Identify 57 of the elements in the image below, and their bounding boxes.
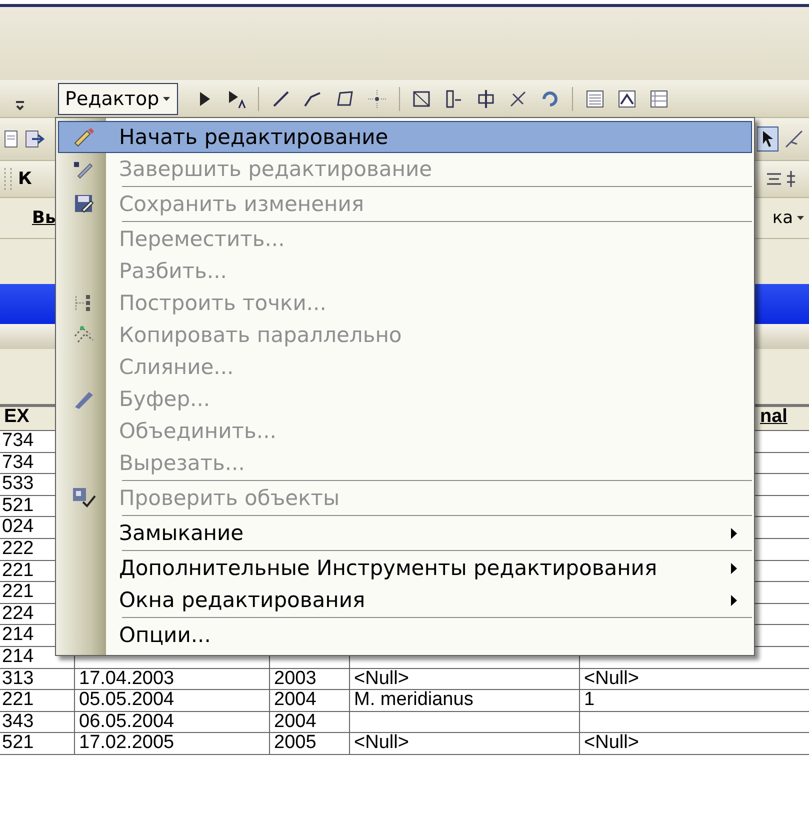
table-cell: 05.05.2004 [79,690,174,710]
menu-item[interactable]: Начать редактирование [58,121,752,153]
grid-icon[interactable] [648,88,670,110]
toolbar-label: Вь [31,208,56,228]
table-cell: 1 [584,690,595,710]
check-icon [71,486,97,510]
table-cell: <Null> [584,733,639,754]
table-cell: 024 [2,517,34,538]
menu-item[interactable]: Опции... [58,619,752,651]
toolbar-label: ка [772,208,793,228]
table-cell: 221 [2,582,34,602]
toolbar-grip-icon[interactable] [2,166,14,192]
save-icon [73,193,95,215]
table-cell: <Null> [584,668,639,689]
sketch-icon[interactable] [783,128,805,150]
table-cell: 221 [2,690,34,710]
column-header[interactable]: EX [4,407,30,427]
export-icon[interactable] [24,129,46,149]
table-cell: 734 [2,431,34,451]
sketch-icon[interactable] [616,88,638,110]
toolbar-label: К [18,169,32,189]
table-cell: 06.05.2004 [79,712,174,732]
caret-icon [163,96,172,102]
points-icon[interactable] [366,88,388,110]
table-cell: 214 [2,646,34,667]
table-cell: 2003 [274,668,316,689]
table-cell: 221 [2,560,34,581]
table-cell: 17.04.2003 [79,668,174,689]
document-icon[interactable] [2,129,20,149]
table-cell: 2004 [274,690,316,710]
table-cell: 313 [2,668,34,689]
menu-item[interactable]: Окна редактирования [58,584,752,618]
submenu-arrow-icon [731,528,737,538]
table-icon[interactable] [584,88,606,110]
table-cell: 343 [2,712,34,732]
table-cell: 224 [2,604,34,624]
pointer-icon[interactable] [757,126,779,152]
table-cell: 2004 [274,712,316,732]
table-cell: M. meridianus [354,690,474,710]
chevron-icon[interactable] [14,99,26,113]
table-cell: 521 [2,733,34,754]
table-cell: <Null> [354,733,409,754]
submenu-arrow-icon [731,594,737,606]
editor-menu-button[interactable]: Редактор [58,82,178,114]
table-cell: 214 [2,625,34,646]
table-cell: 222 [2,538,34,559]
submenu-arrow-icon [731,562,737,574]
menu-item[interactable]: Дополнительные Инструменты редактирования [58,552,752,584]
menu-item[interactable]: Замыкание [58,517,752,551]
table-cell: <Null> [354,668,409,689]
table-cell: 533 [2,474,34,494]
table-cell: 17.02.2005 [79,733,174,754]
table-cell: 2005 [274,733,316,754]
caret-icon[interactable] [797,215,805,221]
pencil-icon [72,127,96,147]
table-cell: 734 [2,452,34,473]
table-cell: 521 [2,496,34,516]
